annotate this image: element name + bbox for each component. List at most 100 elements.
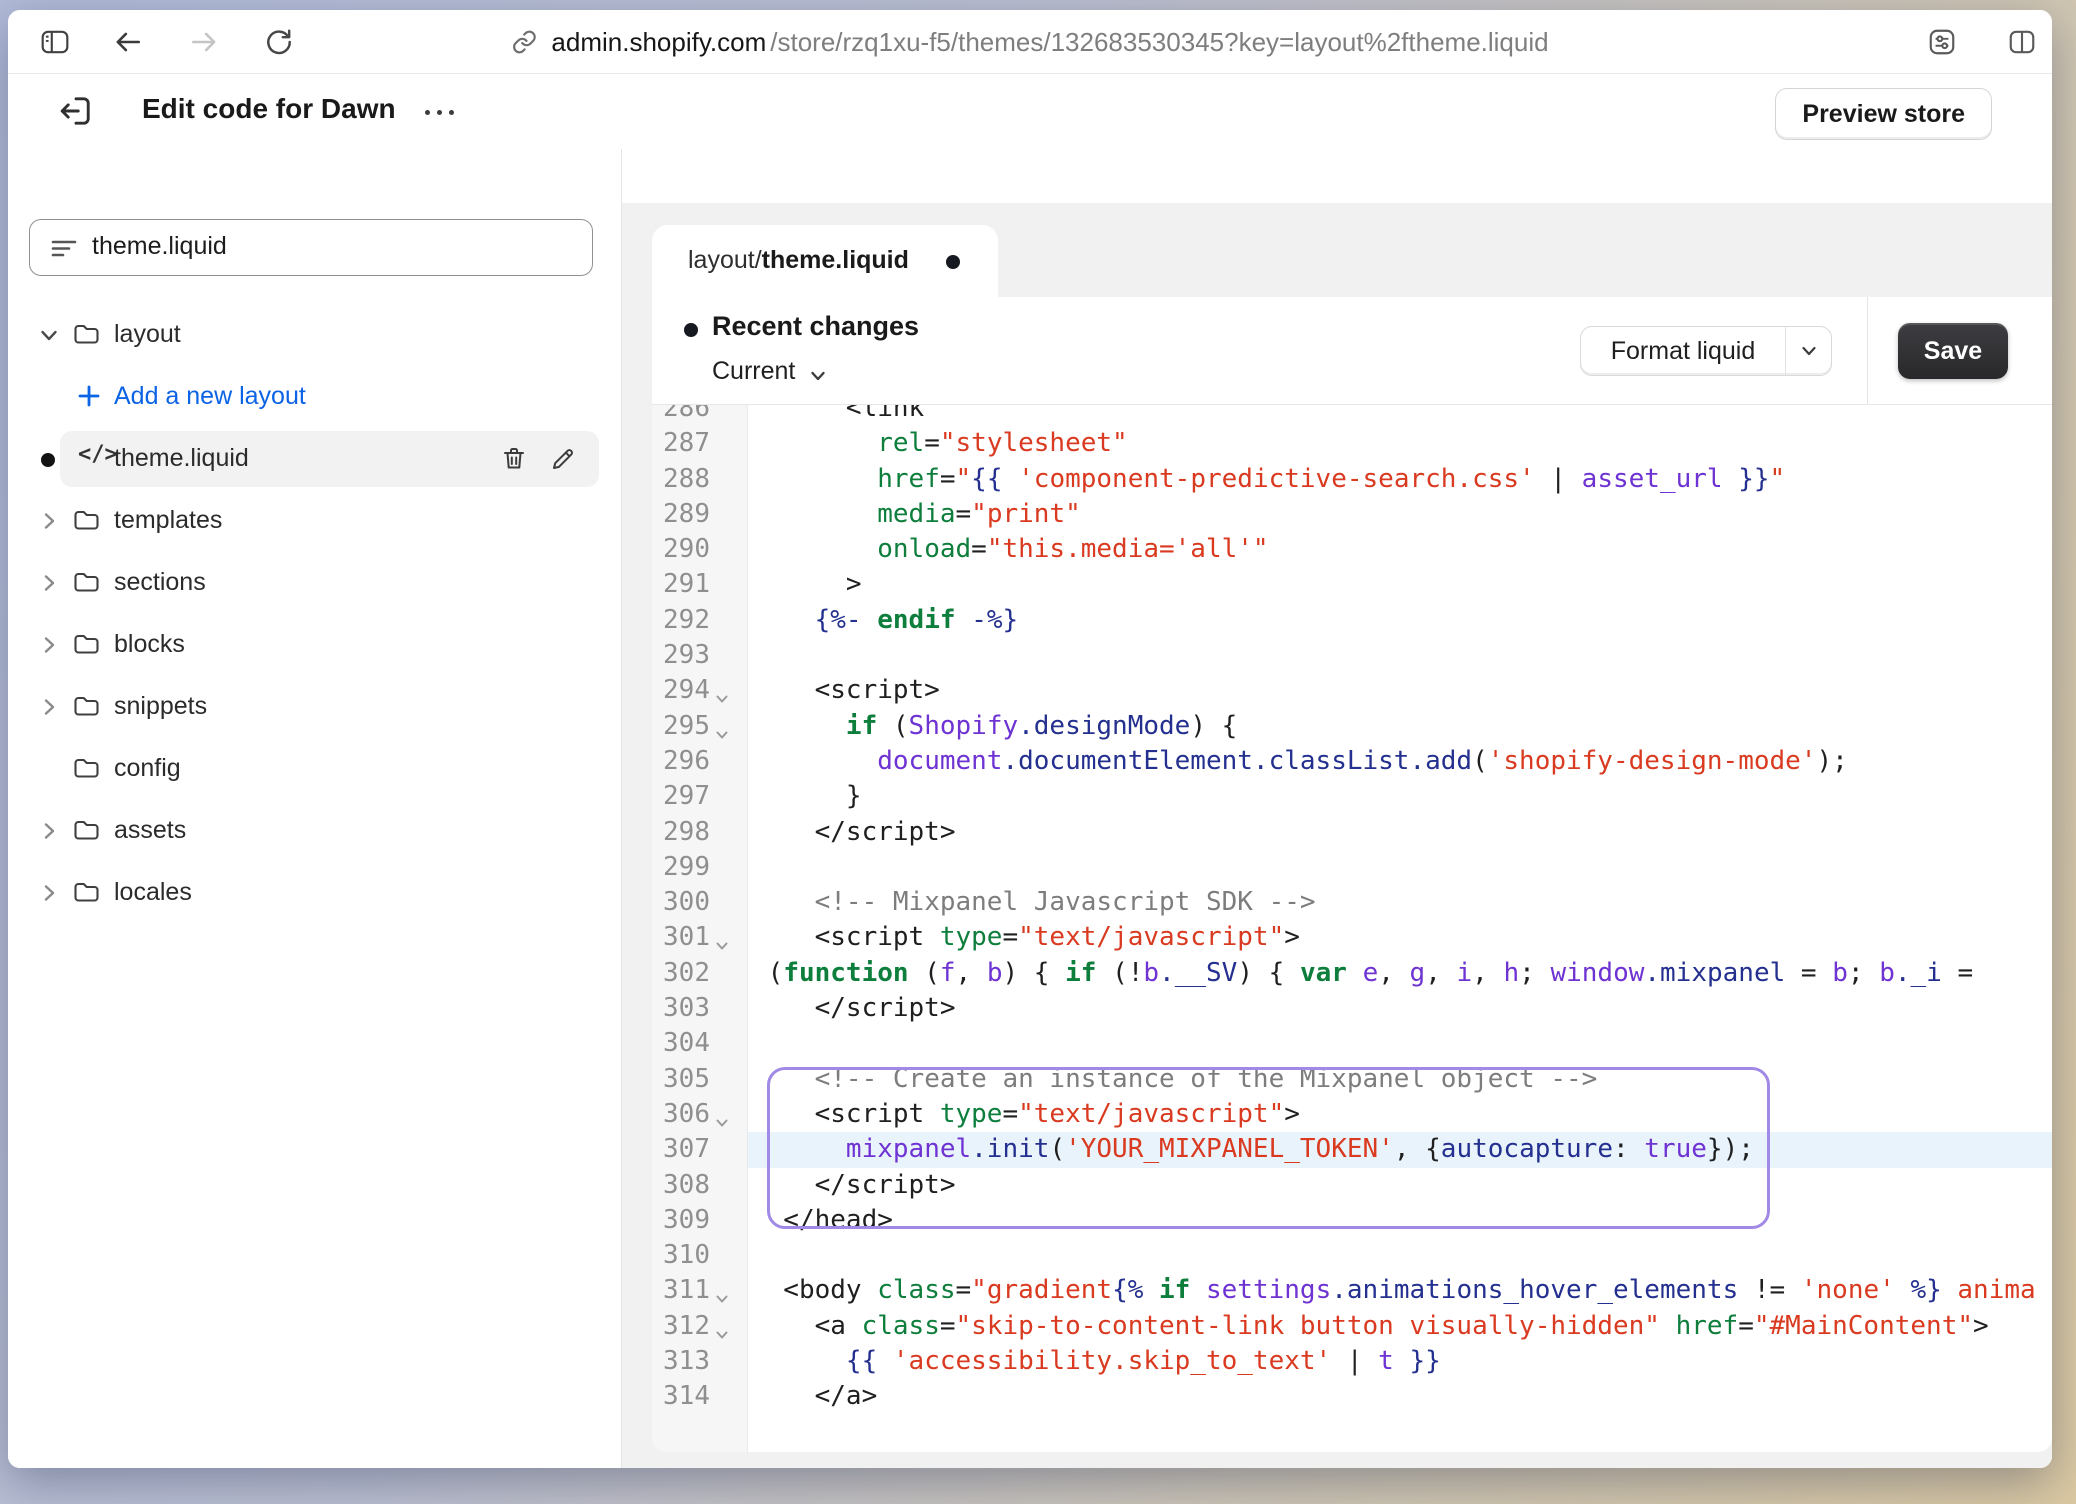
sidebar-item-blocks[interactable]: blocks xyxy=(8,614,621,676)
reload-icon[interactable] xyxy=(264,27,294,57)
version-dropdown[interactable]: Current xyxy=(712,357,827,386)
code-line-299[interactable]: 299 xyxy=(652,850,2052,885)
code-line-313[interactable]: 313 {{ 'accessibility.skip_to_text' | t … xyxy=(652,1344,2052,1379)
sidebar-item-snippets[interactable]: snippets xyxy=(8,676,621,738)
preview-store-button[interactable]: Preview store xyxy=(1775,88,1992,140)
code-line-314[interactable]: 314 </a> xyxy=(652,1379,2052,1414)
code-line-289[interactable]: 289 media="print" xyxy=(652,497,2052,532)
code-line-297[interactable]: 297 } xyxy=(652,779,2052,814)
code-text: href="{{ 'component-predictive-search.cs… xyxy=(752,462,1785,497)
code-line-290[interactable]: 290 onload="this.media='all'" xyxy=(652,532,2052,567)
app-header: Edit code for Dawn Preview store xyxy=(8,74,2052,149)
fold-chevron-icon[interactable] xyxy=(714,929,730,945)
code-line-287[interactable]: 287 rel="stylesheet" xyxy=(652,426,2052,461)
chevron-right-icon[interactable] xyxy=(38,696,60,718)
code-line-296[interactable]: 296 document.documentElement.classList.a… xyxy=(652,744,2052,779)
filter-icon xyxy=(50,235,78,261)
file-search-input[interactable]: theme.liquid xyxy=(29,219,593,276)
sidebar-item-layout[interactable]: layout xyxy=(8,304,621,366)
line-number: 305 xyxy=(652,1062,710,1097)
editor-main: layout/theme.liquid Recent changes Curre… xyxy=(622,149,2052,1468)
line-number: 289 xyxy=(652,497,710,532)
fold-chevron-icon[interactable] xyxy=(714,682,730,698)
recent-changes-dot xyxy=(684,323,698,337)
tab-theme-liquid[interactable]: layout/theme.liquid xyxy=(652,225,998,297)
line-number: 307 xyxy=(652,1132,710,1167)
browser-window: admin.shopify.com/store/rzq1xu-f5/themes… xyxy=(8,10,2052,1468)
page-title: Edit code for Dawn xyxy=(142,93,396,125)
code-line-302[interactable]: 302 (function (f, b) { if (!b.__SV) { va… xyxy=(652,956,2052,991)
folder-label: locales xyxy=(114,878,192,907)
address-bar[interactable]: admin.shopify.com/store/rzq1xu-f5/themes… xyxy=(511,10,1548,74)
code-line-298[interactable]: 298 </script> xyxy=(652,815,2052,850)
code-line-293[interactable]: 293 xyxy=(652,638,2052,673)
code-line-291[interactable]: 291 > xyxy=(652,567,2052,602)
code-line-312[interactable]: 312 <a class="skip-to-content-link butto… xyxy=(652,1309,2052,1344)
line-number: 308 xyxy=(652,1168,710,1203)
split-view-icon[interactable] xyxy=(2007,27,2037,57)
sidebar-item-templates[interactable]: templates xyxy=(8,490,621,552)
sidebar-item-theme-liquid[interactable]: </>theme.liquid xyxy=(8,428,621,490)
line-number: 286 xyxy=(652,405,710,426)
folder-label: snippets xyxy=(114,692,207,721)
save-button[interactable]: Save xyxy=(1898,323,2008,379)
code-text: <!-- Create an instance of the Mixpanel … xyxy=(752,1062,1597,1097)
code-line-294[interactable]: 294 <script> xyxy=(652,673,2052,708)
code-line-309[interactable]: 309 </head> xyxy=(652,1203,2052,1238)
line-number: 294 xyxy=(652,673,710,708)
code-line-308[interactable]: 308 </script> xyxy=(652,1168,2052,1203)
rename-file-icon[interactable] xyxy=(549,445,577,473)
code-line-303[interactable]: 303 </script> xyxy=(652,991,2052,1026)
back-icon[interactable] xyxy=(113,27,143,57)
chevron-right-icon[interactable] xyxy=(38,820,60,842)
fold-chevron-icon[interactable] xyxy=(714,1106,730,1122)
code-line-300[interactable]: 300 <!-- Mixpanel Javascript SDK --> xyxy=(652,885,2052,920)
chevron-right-icon[interactable] xyxy=(38,882,60,904)
folder-icon xyxy=(72,507,100,533)
fold-chevron-icon[interactable] xyxy=(714,1318,730,1334)
format-liquid-button[interactable]: Format liquid xyxy=(1580,326,1832,376)
sidebar-item-add-a-new-layout[interactable]: Add a new layout xyxy=(8,366,621,428)
folder-icon xyxy=(72,693,100,719)
chevron-down-icon[interactable] xyxy=(38,324,60,346)
format-options-icon[interactable] xyxy=(1785,327,1831,375)
code-text: </head> xyxy=(752,1203,893,1238)
folder-label: templates xyxy=(114,506,222,535)
code-text: </script> xyxy=(752,815,956,850)
more-actions-icon[interactable] xyxy=(416,98,462,126)
code-line-292[interactable]: 292 {%- endif -%} xyxy=(652,603,2052,638)
code-line-311[interactable]: 311 <body class="gradient{% if settings.… xyxy=(652,1273,2052,1308)
code-line-304[interactable]: 304 xyxy=(652,1026,2052,1061)
sidebar-item-locales[interactable]: locales xyxy=(8,862,621,924)
code-text: <script type="text/javascript"> xyxy=(752,1097,1300,1132)
code-text: if (Shopify.designMode) { xyxy=(752,709,1237,744)
chevron-right-icon[interactable] xyxy=(38,510,60,532)
code-line-301[interactable]: 301 <script type="text/javascript"> xyxy=(652,920,2052,955)
chevron-right-icon[interactable] xyxy=(38,634,60,656)
exit-code-editor-icon[interactable] xyxy=(56,91,96,131)
plus-icon xyxy=(76,383,102,409)
code-line-288[interactable]: 288 href="{{ 'component-predictive-searc… xyxy=(652,462,2052,497)
fold-chevron-icon[interactable] xyxy=(714,1282,730,1298)
code-line-307[interactable]: 307 mixpanel.init('YOUR_MIXPANEL_TOKEN',… xyxy=(652,1132,2052,1167)
code-line-305[interactable]: 305 <!-- Create an instance of the Mixpa… xyxy=(652,1062,2052,1097)
browser-settings-icon[interactable] xyxy=(1927,27,1957,57)
line-number: 310 xyxy=(652,1238,710,1273)
fold-chevron-icon[interactable] xyxy=(714,718,730,734)
code-line-295[interactable]: 295 if (Shopify.designMode) { xyxy=(652,709,2052,744)
code-line-306[interactable]: 306 <script type="text/javascript"> xyxy=(652,1097,2052,1132)
sidebar-item-assets[interactable]: assets xyxy=(8,800,621,862)
sidebar-item-sections[interactable]: sections xyxy=(8,552,621,614)
sidebar-toggle-icon[interactable] xyxy=(40,27,70,57)
delete-file-icon[interactable] xyxy=(500,445,528,473)
code-lines: 286 <link287 rel="stylesheet"288 href="{… xyxy=(652,405,2052,1415)
line-number: 311 xyxy=(652,1273,710,1308)
chevron-right-icon[interactable] xyxy=(38,572,60,594)
sidebar-item-config[interactable]: config xyxy=(8,738,621,800)
code-line-310[interactable]: 310 xyxy=(652,1238,2052,1273)
code-editor[interactable]: 286 <link287 rel="stylesheet"288 href="{… xyxy=(652,405,2052,1452)
forward-icon[interactable] xyxy=(189,27,219,57)
code-text: rel="stylesheet" xyxy=(752,426,1128,461)
code-text: document.documentElement.classList.add('… xyxy=(752,744,1848,779)
code-line-286[interactable]: 286 <link xyxy=(652,405,2052,426)
